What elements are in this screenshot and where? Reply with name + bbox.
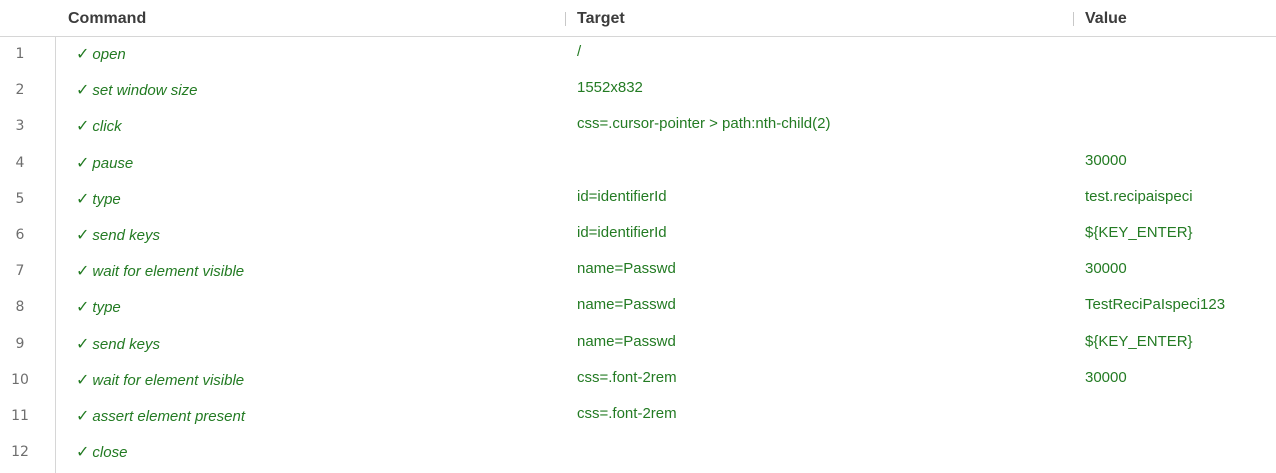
command-row[interactable]: 8 ✓ type name=Passwd TestReciPaIspeci123: [0, 289, 1276, 325]
value-cell[interactable]: test.recipaispeci: [1085, 188, 1193, 206]
command-name: click: [92, 118, 122, 136]
command-row[interactable]: 3 ✓ click css=.cursor-pointer > path:nth-ch…: [0, 108, 1276, 144]
line-number: 6: [15, 226, 25, 243]
command-cell[interactable]: ✓ type: [76, 188, 121, 209]
command-name: wait for element visible: [92, 263, 245, 281]
checkmark-icon: ✓: [76, 333, 90, 353]
command-cell[interactable]: ✓ close: [76, 443, 127, 462]
command-row[interactable]: 12 ✓ close: [0, 434, 1276, 470]
command-name: set window size: [92, 82, 198, 100]
target-cell[interactable]: name=Passwd: [577, 260, 676, 278]
command-row[interactable]: 6 ✓ send keys id=identifierId ${KEY_ENTER}: [0, 217, 1276, 253]
column-header-command[interactable]: Command: [68, 9, 146, 29]
value-cell[interactable]: 30000: [1085, 260, 1127, 278]
command-row[interactable]: 4 ✓ pause 30000: [0, 145, 1276, 181]
table-header: Command Target Value: [0, 0, 1276, 37]
target-cell[interactable]: css=.font-2rem: [577, 369, 677, 387]
checkmark-icon: ✓: [76, 405, 90, 425]
target-cell[interactable]: 1552x832: [577, 79, 643, 97]
checkmark-icon: ✓: [76, 369, 90, 389]
line-number: 10: [11, 371, 29, 388]
command-row[interactable]: 11 ✓ assert element present css=.font-2rem: [0, 398, 1276, 434]
command-name: close: [92, 444, 128, 462]
command-cell[interactable]: ✓ assert element present: [76, 405, 245, 426]
command-cell[interactable]: ✓ set window size: [76, 81, 197, 100]
command-list: 1 ✓ open/2 ✓ set window size 1552x832 3 ✓ click c…: [0, 36, 1276, 470]
command-cell[interactable]: ✓ type: [76, 298, 121, 317]
value-cell[interactable]: TestReciPaIspeci123: [1085, 296, 1225, 314]
checkmark-icon: ✓: [76, 80, 90, 100]
value-cell[interactable]: ${KEY_ENTER}: [1085, 333, 1193, 351]
checkmark-icon: ✓: [76, 261, 90, 281]
command-cell[interactable]: ✓ send keys: [76, 224, 160, 245]
line-number: 5: [15, 190, 25, 207]
column-resize-handle-target[interactable]: [565, 12, 566, 26]
command-name: wait for element visible: [92, 371, 245, 389]
command-name: open: [92, 46, 126, 63]
command-name: type: [92, 190, 121, 208]
line-number: 3: [15, 118, 25, 135]
target-cell[interactable]: name=Passwd: [577, 333, 676, 351]
column-header-target[interactable]: Target: [577, 9, 625, 29]
line-number: 9: [15, 335, 25, 352]
value-cell[interactable]: 30000: [1085, 369, 1127, 387]
command-row[interactable]: 7 ✓ wait for element visible name=Passwd 300…: [0, 253, 1276, 289]
value-cell[interactable]: ${KEY_ENTER}: [1085, 224, 1193, 242]
line-number: 8: [15, 299, 25, 316]
line-number: 7: [15, 263, 25, 280]
command-name: assert element present: [92, 407, 245, 425]
command-row[interactable]: 1 ✓ open /: [0, 36, 1276, 72]
target-cell[interactable]: id=identifierId: [577, 224, 667, 242]
target-cell[interactable]: name=Passwd: [577, 296, 676, 314]
command-cell[interactable]: ✓ send keys: [76, 333, 160, 354]
command-cell[interactable]: ✓ wait for element visible: [76, 262, 244, 281]
command-name: pause: [92, 154, 134, 172]
line-number: 1: [15, 46, 25, 62]
command-name: send keys: [92, 226, 160, 244]
value-cell[interactable]: 30000: [1085, 152, 1127, 170]
target-cell[interactable]: css=.font-2rem: [577, 405, 677, 423]
checkmark-icon: ✓: [76, 297, 90, 317]
checkmark-icon: ✓: [76, 116, 90, 136]
command-row[interactable]: 9 ✓ send keys name=Passwd ${KEY_ENTER}: [0, 326, 1276, 362]
checkmark-icon: ✓: [76, 188, 90, 208]
command-name: type: [92, 299, 121, 317]
target-cell[interactable]: id=identifierId: [577, 188, 667, 206]
line-number: 11: [11, 407, 29, 424]
target-cell[interactable]: css=.cursor-pointer > path:nth-child(2): [577, 115, 830, 133]
column-header-value[interactable]: Value: [1085, 9, 1127, 29]
command-cell[interactable]: ✓ pause: [76, 152, 134, 173]
column-resize-handle-value[interactable]: [1073, 12, 1074, 26]
target-cell[interactable]: /: [577, 43, 581, 61]
command-cell[interactable]: ✓ open: [76, 45, 126, 64]
line-number: 12: [11, 444, 29, 461]
command-row[interactable]: 2 ✓ set window size 1552x832: [0, 72, 1276, 108]
line-number: 4: [15, 154, 25, 171]
command-row[interactable]: 5 ✓ type id=identifierId test.recipaispeci: [0, 181, 1276, 217]
checkmark-icon: ✓: [76, 442, 90, 462]
command-row[interactable]: 10 ✓ wait for element visible css=.font-2re…: [0, 362, 1276, 398]
line-number: 2: [15, 82, 25, 99]
checkmark-icon: ✓: [76, 152, 90, 172]
command-cell[interactable]: ✓ click: [76, 117, 122, 136]
command-name: send keys: [92, 335, 160, 353]
checkmark-icon: ✓: [76, 44, 90, 63]
command-cell[interactable]: ✓ wait for element visible: [76, 369, 245, 390]
checkmark-icon: ✓: [76, 224, 90, 244]
